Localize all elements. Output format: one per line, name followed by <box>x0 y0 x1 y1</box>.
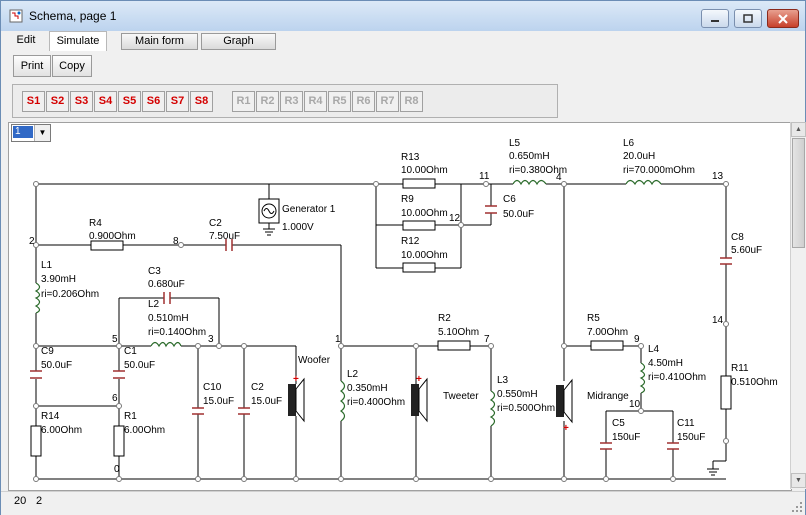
tweeter-speaker-icon: + <box>411 374 428 423</box>
r12-name: R12 <box>401 236 420 247</box>
c6-value: 50.0uF <box>503 209 534 220</box>
node-label-12: 12 <box>449 213 461 224</box>
l1-ri: ri=0.206Ohm <box>41 289 99 300</box>
c2b-value: 15.0uF <box>251 396 282 407</box>
r9-name: R9 <box>401 194 414 205</box>
l2b-name: L2 <box>347 369 359 380</box>
l2a-value: 0.510mH <box>148 313 189 324</box>
node-label-1: 1 <box>335 334 341 345</box>
generator-name: Generator 1 <box>282 204 336 215</box>
app-window: Schema, page 1 Edit Simulate Main form G… <box>0 0 806 515</box>
vertical-scrollbar[interactable]: ▲ ▼ <box>790 122 806 489</box>
chevron-down-icon[interactable]: ▼ <box>34 125 50 141</box>
ground-icon <box>707 468 719 476</box>
l5-ri: ri=0.380Ohm <box>509 165 567 176</box>
r4-name: R4 <box>89 218 102 229</box>
r13-value: 10.00Ohm <box>401 165 448 176</box>
c9-name: C9 <box>41 346 54 357</box>
c9-value: 50.0uF <box>41 360 72 371</box>
c1-name: C1 <box>124 346 137 357</box>
c3-name: C3 <box>148 266 161 277</box>
node-label-8: 8 <box>173 236 179 247</box>
node-label-9: 9 <box>634 334 640 345</box>
generator-value: 1.000V <box>282 222 314 233</box>
node-label-7: 7 <box>484 334 490 345</box>
r12-value: 10.00Ohm <box>401 250 448 261</box>
r4-value: 0.900Ohm <box>89 231 136 242</box>
l3-name: L3 <box>497 375 509 386</box>
node-label-2: 2 <box>29 236 35 247</box>
svg-text:+: + <box>563 423 569 434</box>
r11-name: R11 <box>731 363 749 374</box>
l4-ri: ri=0.410Ohm <box>648 372 706 383</box>
c2b-name: C2 <box>251 382 264 393</box>
l3-ri: ri=0.500Ohm <box>497 403 555 414</box>
r1-value: 6.00Ohm <box>124 425 165 436</box>
r5-name: R5 <box>587 313 600 324</box>
c11-value: 150uF <box>677 432 705 443</box>
page-select-value: 1 <box>13 126 33 138</box>
status-bar: 20 2 <box>1 491 805 515</box>
l4-value: 4.50mH <box>648 358 683 369</box>
l2b-value: 0.350mH <box>347 383 388 394</box>
l3-value: 0.550mH <box>497 389 538 400</box>
r13-name: R13 <box>401 152 420 163</box>
midrange-label: Midrange <box>587 391 629 402</box>
node-label-10: 10 <box>629 399 641 410</box>
r14-name: R14 <box>41 411 60 422</box>
r1-name: R1 <box>124 411 137 422</box>
c3-value: 0.680uF <box>148 279 185 290</box>
node-label-5: 5 <box>112 334 118 345</box>
svg-text:+: + <box>416 374 422 385</box>
l2b-ri: ri=0.400Ohm <box>347 397 405 408</box>
c2a-value: 7.50uF <box>209 231 240 242</box>
node-label-6: 6 <box>112 393 118 404</box>
l6-name: L6 <box>623 138 635 149</box>
c5-value: 150uF <box>612 432 640 443</box>
woofer-label: Woofer <box>298 355 331 366</box>
midrange-speaker-icon: + <box>556 378 573 434</box>
generator-icon <box>258 198 280 236</box>
c8-value: 5.60uF <box>731 245 762 256</box>
c10-name: C10 <box>203 382 222 393</box>
node-label-3: 3 <box>208 334 214 345</box>
scroll-down-icon[interactable]: ▼ <box>791 473 806 488</box>
status-y: 2 <box>36 495 43 507</box>
c10-value: 15.0uF <box>203 396 234 407</box>
c6-name: C6 <box>503 194 516 205</box>
c8-name: C8 <box>731 232 744 243</box>
l1-name: L1 <box>41 260 53 271</box>
c11-name: C11 <box>677 418 695 429</box>
l6-ri: ri=70.000mOhm <box>623 165 695 176</box>
l4-name: L4 <box>648 344 660 355</box>
l2a-ri: ri=0.140Ohm <box>148 327 206 338</box>
node-label-0: 0 <box>114 464 120 475</box>
c1-value: 50.0uF <box>124 360 155 371</box>
tweeter-label: Tweeter <box>443 391 479 402</box>
svg-text:+: + <box>293 374 299 385</box>
node-label-13: 13 <box>712 171 724 182</box>
resize-grip-icon[interactable] <box>791 501 803 513</box>
page-select[interactable]: 1 ▼ <box>11 124 51 142</box>
r14-value: 6.00Ohm <box>41 425 82 436</box>
l1-value: 3.90mH <box>41 274 76 285</box>
node-label-11: 11 <box>479 171 490 182</box>
scroll-up-icon[interactable]: ▲ <box>791 122 806 137</box>
status-x: 20 <box>14 495 27 507</box>
r2-name: R2 <box>438 313 451 324</box>
l5-name: L5 <box>509 138 521 149</box>
schematic-diagram: + + + 0 1 2 3 4 5 6 7 8 9 10 11 12 13 14… <box>29 138 778 482</box>
c5-name: C5 <box>612 418 625 429</box>
c2a-name: C2 <box>209 218 222 229</box>
r9-value: 10.00Ohm <box>401 208 448 219</box>
r11-value: 0.510Ohm <box>731 377 778 388</box>
node-label-14: 14 <box>712 315 724 326</box>
l2a-name: L2 <box>148 299 160 310</box>
l5-value: 0.650mH <box>509 151 550 162</box>
woofer-speaker-icon: + <box>288 374 305 423</box>
l6-value: 20.0uH <box>623 151 655 162</box>
r5-value: 7.00Ohm <box>587 327 628 338</box>
scrollbar-thumb[interactable] <box>792 138 805 248</box>
r2-value: 5.10Ohm <box>438 327 479 338</box>
